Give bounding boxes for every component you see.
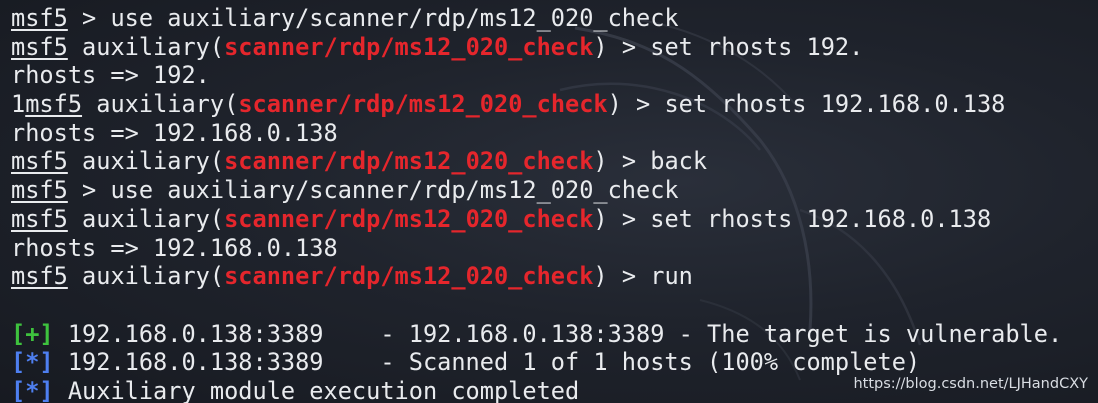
msf-prompt: msf5: [11, 32, 68, 61]
terminal-line: msf5 auxiliary(scanner/rdp/ms12_020_chec…: [11, 205, 1098, 234]
prompt-command: ) > set rhosts 192.168.0.138: [593, 204, 992, 233]
line-text: Auxiliary module execution completed: [53, 376, 580, 403]
prompt-command: ) > run: [593, 262, 693, 291]
prompt-command: ) > set rhosts 192.: [593, 32, 864, 61]
stray-input-char: 1: [11, 90, 26, 119]
msf-prompt: msf5: [11, 176, 68, 205]
active-module-name: scanner/rdp/ms12_020_check: [224, 204, 594, 233]
active-module-name: scanner/rdp/ms12_020_check: [238, 90, 608, 119]
status-marker-info: [*]: [11, 376, 54, 403]
line-text: rhosts => 192.168.0.138: [11, 233, 338, 262]
terminal-line: msf5 > use auxiliary/scanner/rdp/ms12_02…: [11, 176, 1098, 205]
terminal-line: rhosts => 192.168.0.138: [11, 234, 1098, 263]
prompt-context-open: auxiliary(: [67, 32, 225, 61]
line-text: > use auxiliary/scanner/rdp/ms12_020_che…: [67, 4, 679, 32]
msf-prompt: msf5: [11, 204, 68, 233]
terminal-line: rhosts => 192.: [11, 61, 1098, 90]
line-text: 192.168.0.138:3389 - Scanned 1 of 1 host…: [53, 348, 921, 377]
terminal-line: msf5 auxiliary(scanner/rdp/ms12_020_chec…: [11, 147, 1098, 176]
terminal-window[interactable]: msf5 > use auxiliary/scanner/rdp/ms12_02…: [0, 0, 1098, 403]
source-watermark: https://blog.csdn.net/LJHandCXY: [853, 376, 1088, 392]
msf-prompt: msf5: [11, 262, 68, 291]
prompt-command: ) > back: [593, 147, 708, 176]
terminal-line: msf5 auxiliary(scanner/rdp/ms12_020_chec…: [11, 262, 1098, 291]
line-text: > use auxiliary/scanner/rdp/ms12_020_che…: [67, 176, 679, 205]
line-text: rhosts => 192.168.0.138: [11, 118, 338, 147]
terminal-line: [+] 192.168.0.138:3389 - 192.168.0.138:3…: [11, 320, 1098, 349]
msf-prompt: msf5: [11, 4, 68, 32]
prompt-context-open: auxiliary(: [82, 90, 239, 119]
terminal-line: [*] 192.168.0.138:3389 - Scanned 1 of 1 …: [11, 348, 1098, 377]
line-text: rhosts => 192.: [11, 61, 210, 90]
terminal-line: msf5 auxiliary(scanner/rdp/ms12_020_chec…: [11, 33, 1098, 62]
status-marker-info: [*]: [11, 348, 54, 377]
prompt-context-open: auxiliary(: [67, 262, 225, 291]
terminal-line: rhosts => 192.168.0.138: [11, 119, 1098, 148]
terminal-line: msf5 > use auxiliary/scanner/rdp/ms12_02…: [11, 4, 1098, 33]
prompt-context-open: auxiliary(: [67, 204, 225, 233]
active-module-name: scanner/rdp/ms12_020_check: [224, 262, 594, 291]
prompt-command: ) > set rhosts 192.168.0.138: [607, 90, 1006, 119]
terminal-output: msf5 > use auxiliary/scanner/rdp/ms12_02…: [11, 4, 1098, 403]
msf-prompt: msf5: [11, 147, 68, 176]
status-marker-success: [+]: [11, 319, 54, 348]
active-module-name: scanner/rdp/ms12_020_check: [224, 32, 594, 61]
terminal-line: 1msf5 auxiliary(scanner/rdp/ms12_020_che…: [11, 90, 1098, 119]
msf-prompt: msf5: [25, 90, 83, 119]
prompt-context-open: auxiliary(: [67, 147, 225, 176]
active-module-name: scanner/rdp/ms12_020_check: [224, 147, 594, 176]
line-text: 192.168.0.138:3389 - 192.168.0.138:3389 …: [53, 319, 1063, 348]
